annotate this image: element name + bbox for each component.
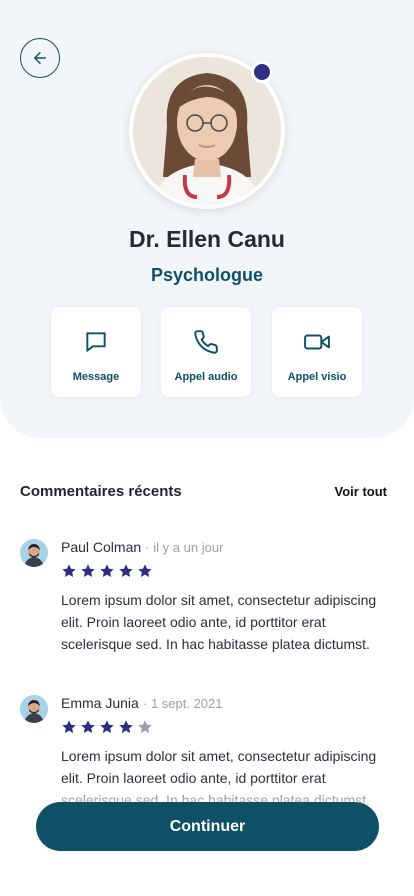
profile-header: Dr. Ellen Canu Psychologue Message Appel… bbox=[0, 0, 414, 438]
reviewer-name: Paul Colman bbox=[61, 539, 142, 555]
doctor-name: Dr. Ellen Canu bbox=[129, 226, 285, 252]
reviews-section-title: Commentaires récents bbox=[20, 483, 182, 500]
message-label: Message bbox=[72, 371, 120, 383]
star-icon bbox=[138, 720, 152, 733]
review-time: il y a un jour bbox=[153, 540, 224, 555]
star-icon bbox=[119, 564, 133, 577]
video-icon bbox=[304, 334, 330, 350]
reviewer-avatar bbox=[20, 539, 48, 567]
review-time: 1 sept. 2021 bbox=[150, 696, 223, 711]
arrow-left-icon bbox=[34, 52, 46, 64]
review-separator: · bbox=[145, 540, 150, 555]
video-call-label: Appel visio bbox=[287, 371, 347, 383]
review-text: Lorem ipsum dolor sit amet, consectetur … bbox=[61, 592, 377, 652]
review-item: Paul Colman · il y a un jour Lorem ipsum… bbox=[20, 539, 394, 679]
audio-call-label: Appel audio bbox=[174, 371, 238, 383]
review-rating bbox=[61, 719, 153, 735]
online-status-dot bbox=[251, 61, 273, 83]
continue-button[interactable]: Continuer bbox=[36, 802, 379, 851]
video-call-button[interactable]: Appel visio bbox=[272, 307, 362, 397]
back-button[interactable] bbox=[20, 38, 60, 78]
star-icon bbox=[138, 564, 152, 577]
review-header: Paul Colman · il y a un jour bbox=[61, 539, 223, 555]
review-header: Emma Junia · 1 sept. 2021 bbox=[61, 695, 223, 711]
message-button[interactable]: Message bbox=[51, 307, 141, 397]
audio-call-button[interactable]: Appel audio bbox=[161, 307, 251, 397]
see-all-link[interactable]: Voir tout bbox=[335, 484, 387, 499]
star-icon bbox=[62, 564, 76, 577]
phone-icon bbox=[194, 330, 218, 354]
star-icon bbox=[100, 720, 114, 733]
doctor-role: Psychologue bbox=[150, 265, 264, 285]
message-icon bbox=[86, 332, 106, 352]
review-rating bbox=[61, 563, 153, 579]
star-icon bbox=[100, 564, 114, 577]
reviewer-avatar bbox=[20, 695, 48, 723]
star-icon bbox=[119, 720, 133, 733]
reviewer-name: Emma Junia bbox=[61, 695, 139, 711]
star-icon bbox=[81, 564, 95, 577]
star-icon bbox=[62, 720, 76, 733]
star-icon bbox=[81, 720, 95, 733]
review-separator: · bbox=[142, 696, 148, 711]
